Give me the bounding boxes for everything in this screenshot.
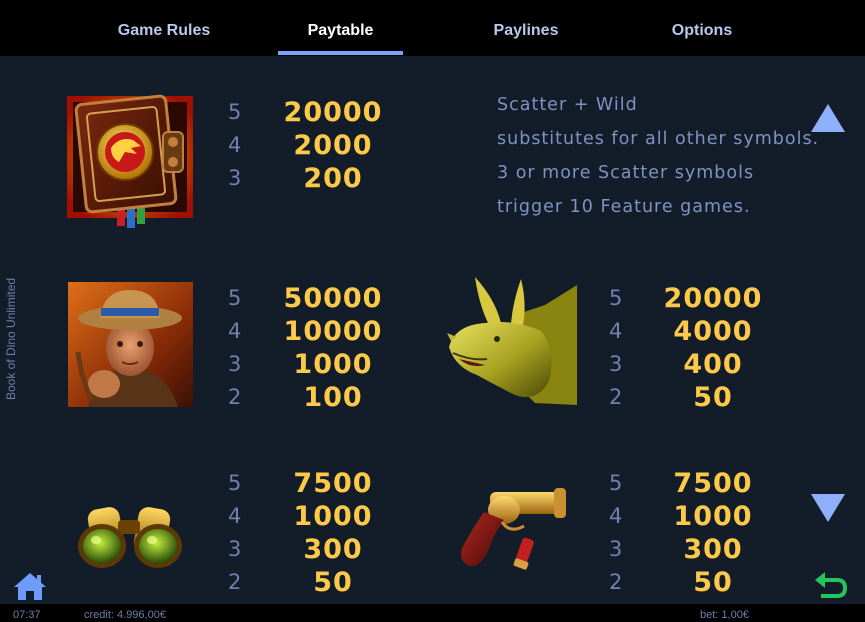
- binoculars-payouts: 7500 1000 300 50: [280, 467, 386, 599]
- count: 4: [228, 319, 242, 343]
- count: 4: [609, 319, 623, 343]
- count: 5: [228, 286, 242, 310]
- active-tab-indicator: [278, 51, 403, 55]
- triceratops-symbol-icon: [447, 277, 577, 405]
- payout: 50: [693, 567, 733, 598]
- home-icon[interactable]: [12, 571, 48, 601]
- flare-gun-counts: 5 4 3 2: [609, 467, 622, 599]
- payout: 200: [303, 163, 363, 194]
- payout: 50: [693, 382, 733, 413]
- payout: 400: [683, 349, 743, 380]
- payout: 50000: [283, 283, 383, 314]
- payout: 7500: [293, 468, 373, 499]
- scatter-info: Scatter + Wild substitutes for all other…: [497, 88, 820, 224]
- info-line: 3 or more Scatter symbols: [497, 163, 755, 183]
- count: 2: [228, 385, 242, 409]
- payout: 1000: [673, 501, 753, 532]
- explorer-counts: 5 4 3 2: [228, 282, 241, 414]
- count: 4: [609, 504, 623, 528]
- payout: 2000: [293, 130, 373, 161]
- count: 5: [228, 100, 242, 124]
- explorer-symbol-icon: [68, 282, 193, 407]
- top-nav-bar: Game Rules Paytable Paylines Options: [0, 0, 865, 56]
- payout: 1000: [293, 501, 373, 532]
- explorer-payouts: 50000 10000 1000 100: [280, 282, 386, 414]
- count: 2: [609, 385, 623, 409]
- payout: 4000: [673, 316, 753, 347]
- book-payouts: 20000 2000 200: [280, 96, 386, 195]
- back-arrow-icon[interactable]: [813, 570, 849, 602]
- tab-options[interactable]: Options: [646, 22, 758, 44]
- credit-display: credit: 4.996,00€: [84, 609, 166, 621]
- count: 5: [609, 471, 623, 495]
- clock: 07:37: [13, 609, 41, 621]
- info-line: Scatter + Wild: [497, 95, 638, 115]
- info-line: trigger 10 Feature games.: [497, 197, 751, 217]
- count: 4: [228, 504, 242, 528]
- scroll-down-icon[interactable]: [809, 492, 847, 524]
- triceratops-counts: 5 4 3 2: [609, 282, 622, 414]
- count: 5: [228, 471, 242, 495]
- count: 2: [228, 570, 242, 594]
- binoculars-symbol-icon: [78, 507, 182, 568]
- count: 3: [228, 537, 242, 561]
- book-symbol-icon: [67, 94, 193, 228]
- payout: 300: [683, 534, 743, 565]
- count: 5: [609, 286, 623, 310]
- game-title: Book of Dino Unlimited: [4, 277, 18, 400]
- tab-paylines[interactable]: Paylines: [470, 22, 582, 44]
- tab-paytable[interactable]: Paytable: [278, 22, 403, 44]
- count: 3: [609, 537, 623, 561]
- info-line: substitutes for all other symbols.: [497, 129, 820, 149]
- triceratops-payouts: 20000 4000 400 50: [660, 282, 766, 414]
- count: 3: [609, 352, 623, 376]
- payout: 50: [313, 567, 353, 598]
- book-counts: 5 4 3: [228, 96, 241, 195]
- tab-game-rules[interactable]: Game Rules: [108, 22, 220, 44]
- flare-gun-payouts: 7500 1000 300 50: [660, 467, 766, 599]
- payout: 1000: [293, 349, 373, 380]
- bet-display: bet: 1,00€: [700, 609, 749, 621]
- payout: 300: [303, 534, 363, 565]
- count: 3: [228, 166, 242, 190]
- count: 2: [609, 570, 623, 594]
- count: 4: [228, 133, 242, 157]
- count: 3: [228, 352, 242, 376]
- status-bar: 07:37 credit: 4.996,00€ bet: 1,00€: [0, 604, 865, 622]
- scroll-up-icon[interactable]: [809, 102, 847, 134]
- binoculars-counts: 5 4 3 2: [228, 467, 241, 599]
- payout: 100: [303, 382, 363, 413]
- payout: 20000: [663, 283, 763, 314]
- payout: 7500: [673, 468, 753, 499]
- payout: 20000: [283, 97, 383, 128]
- flare-gun-symbol-icon: [461, 488, 566, 570]
- payout: 10000: [283, 316, 383, 347]
